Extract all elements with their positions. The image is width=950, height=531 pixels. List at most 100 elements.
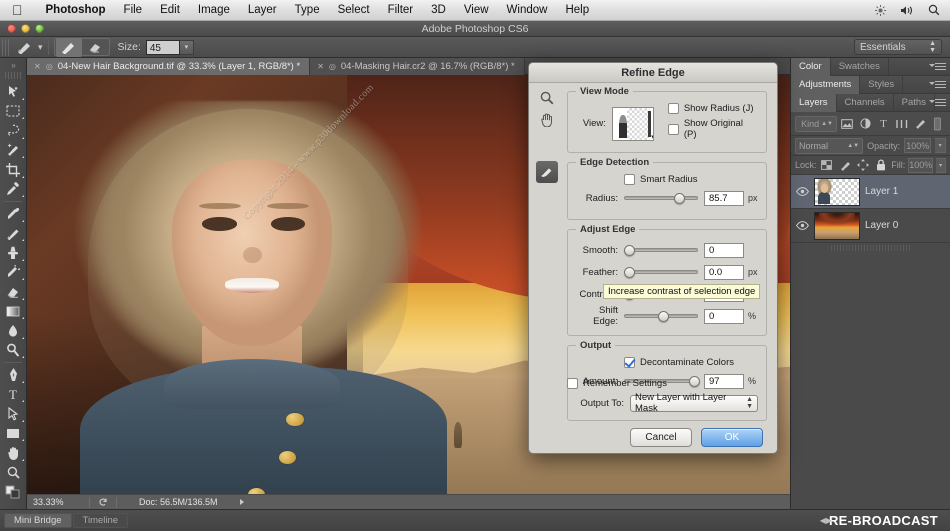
gradient-icon[interactable] [0, 302, 26, 322]
remember-settings-checkbox[interactable] [567, 378, 578, 389]
eye-icon[interactable] [795, 221, 809, 230]
layer-thumbnail[interactable] [814, 211, 860, 240]
amount-input[interactable]: 97 [704, 373, 744, 389]
slider-knob[interactable] [658, 310, 670, 322]
shift-edge-slider[interactable] [624, 310, 698, 322]
dodge-icon[interactable] [0, 341, 26, 361]
options-bar-grip[interactable] [2, 38, 9, 56]
history-brush-icon[interactable] [0, 263, 26, 283]
zoom-tool-icon[interactable] [0, 463, 26, 483]
brush-size-stepper[interactable]: ▾ [179, 39, 194, 55]
foreground-background-color-swatches[interactable] [0, 482, 26, 502]
opacity-stepper[interactable]: ▾ [935, 138, 946, 153]
menu-item-image[interactable]: Image [189, 0, 239, 21]
tab-mini-bridge[interactable]: Mini Bridge [4, 513, 72, 528]
blur-icon[interactable] [0, 321, 26, 341]
image-filter-icon[interactable] [839, 115, 855, 132]
lock-all-icon[interactable] [873, 157, 888, 174]
tab-swatches[interactable]: Swatches [831, 57, 889, 76]
close-icon[interactable]: ✕ [317, 62, 324, 71]
panel-resize-grip[interactable] [831, 245, 910, 251]
opacity-value[interactable]: 100% [904, 138, 932, 153]
feather-input[interactable]: 0.0 [704, 264, 744, 280]
clone-stamp-icon[interactable] [0, 243, 26, 263]
feather-slider[interactable] [624, 266, 698, 278]
menu-item-help[interactable]: Help [556, 0, 598, 21]
slider-knob[interactable] [689, 375, 701, 387]
layer-name[interactable]: Layer 1 [865, 186, 898, 197]
panel-menu-icon[interactable] [929, 81, 946, 90]
status-menu-arrow-icon[interactable] [239, 499, 244, 505]
apple-logo-icon[interactable]:  [12, 3, 23, 17]
panel-menu-icon[interactable] [929, 63, 946, 72]
layer-filter-kind-select[interactable]: Kind ▲▼ [795, 115, 837, 132]
eyedropper-icon[interactable] [0, 180, 26, 200]
brush-size-input[interactable]: 45 [145, 39, 180, 55]
menu-item-type[interactable]: Type [286, 0, 329, 21]
slider-knob[interactable] [674, 192, 686, 204]
menu-item-view[interactable]: View [455, 0, 498, 21]
shift-edge-input[interactable]: 0 [704, 308, 744, 324]
menu-item-select[interactable]: Select [329, 0, 379, 21]
menu-item-edit[interactable]: Edit [151, 0, 189, 21]
decontaminate-colors-checkbox[interactable] [624, 357, 635, 368]
show-radius-row[interactable]: Show Radius (J) [667, 103, 758, 114]
filter-toggle-icon[interactable] [930, 115, 946, 132]
shape-filter-icon[interactable] [894, 115, 910, 132]
dock-chevron-icon[interactable]: ◀▶ [820, 516, 832, 525]
tab-timeline[interactable]: Timeline [72, 513, 129, 528]
fill-stepper[interactable]: ▾ [936, 157, 947, 173]
layer-row-layer0[interactable]: Layer 0 [791, 209, 950, 243]
type-tool-icon[interactable]: T [0, 385, 26, 405]
show-radius-checkbox[interactable] [667, 103, 679, 114]
move-tool-icon[interactable] [0, 82, 26, 102]
blend-mode-select[interactable]: Normal ▲▼ [795, 137, 864, 154]
smooth-input[interactable]: 0 [704, 242, 744, 258]
workspace-selector[interactable]: Essentials ▲ ▼ [854, 39, 942, 55]
brush-preset-dropdown-arrow[interactable]: ▾ [38, 42, 43, 53]
lock-position-icon[interactable] [855, 157, 870, 174]
decontaminate-colors-row[interactable]: Decontaminate Colors [576, 357, 758, 368]
eraser-icon[interactable] [0, 282, 26, 302]
smart-radius-row[interactable]: Smart Radius [576, 174, 758, 185]
show-original-row[interactable]: Show Original (P) [667, 118, 758, 140]
spot-healing-brush-icon[interactable] [0, 204, 26, 224]
path-selection-icon[interactable] [0, 404, 26, 424]
refresh-icon[interactable] [98, 497, 108, 507]
toolbar-collapse-button[interactable]: » [0, 60, 26, 71]
show-original-checkbox[interactable] [667, 123, 679, 135]
menu-item-file[interactable]: File [115, 0, 152, 21]
radius-input[interactable]: 85.7 [704, 190, 744, 206]
tab-styles[interactable]: Styles [860, 75, 904, 94]
brush-icon[interactable] [0, 224, 26, 244]
eraser-icon[interactable] [82, 38, 108, 57]
panel-menu-icon[interactable] [929, 99, 946, 108]
crop-icon[interactable] [0, 160, 26, 180]
menu-item-filter[interactable]: Filter [379, 0, 423, 21]
smart-object-filter-icon[interactable] [912, 115, 928, 132]
layer-row-layer1[interactable]: Layer 1 [791, 175, 950, 209]
cancel-button[interactable]: Cancel [630, 428, 692, 447]
tab-adjustments[interactable]: Adjustments [791, 75, 861, 94]
tab-channels[interactable]: Channels [837, 93, 894, 112]
menu-item-layer[interactable]: Layer [239, 0, 286, 21]
document-tab-inactive[interactable]: ✕ ◎ 04-Masking Hair.cr2 @ 16.7% (RGB/8*)… [310, 58, 525, 75]
quick-selection-icon[interactable] [0, 141, 26, 161]
document-tab-active[interactable]: ✕ ◎ 04-New Hair Background.tif @ 33.3% (… [27, 58, 311, 75]
output-to-select[interactable]: New Layer with Layer Mask ▲ ▼ [630, 392, 758, 414]
lock-image-icon[interactable] [837, 157, 852, 174]
lock-transparent-icon[interactable] [820, 157, 835, 174]
zoom-level[interactable]: 33.33% [27, 497, 89, 507]
radius-slider[interactable] [624, 192, 698, 204]
layer-thumbnail[interactable] [814, 177, 860, 206]
menu-item-photoshop[interactable]: Photoshop [37, 0, 115, 21]
smart-radius-checkbox[interactable] [624, 174, 635, 185]
fill-value[interactable]: 100% [908, 157, 934, 173]
layer-name[interactable]: Layer 0 [865, 220, 898, 231]
brush-tool-icon[interactable] [12, 38, 38, 57]
rectangular-marquee-icon[interactable] [0, 102, 26, 122]
menu-item-window[interactable]: Window [498, 0, 557, 21]
eye-icon[interactable] [795, 187, 809, 196]
slider-knob[interactable] [624, 266, 635, 278]
brush-icon[interactable] [55, 37, 82, 57]
